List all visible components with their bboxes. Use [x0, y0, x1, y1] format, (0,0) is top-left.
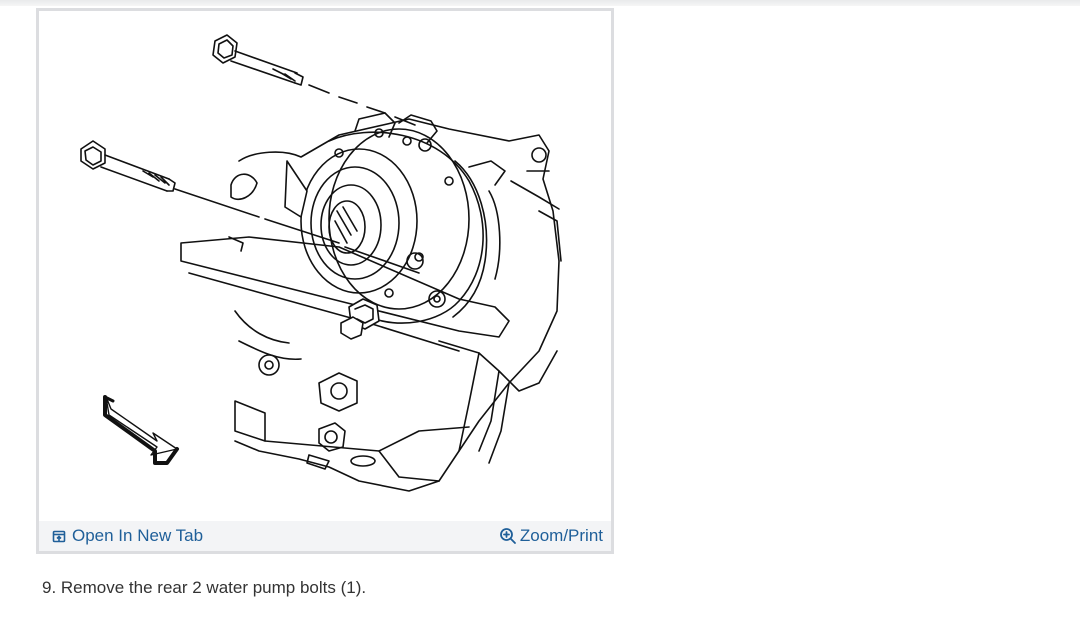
zoom-print-link[interactable]: Zoom/Print — [499, 524, 603, 548]
direction-arrow-icon — [103, 395, 179, 465]
water-pump-diagram[interactable] — [39, 11, 611, 521]
open-in-new-tab-link[interactable]: Open In New Tab — [52, 525, 203, 547]
figure-card: Open In New Tab Zoom/Print — [36, 8, 614, 554]
zoom-print-label: Zoom/Print — [519, 526, 603, 545]
open-in-new-tab-label: Open In New Tab — [72, 526, 204, 545]
zoom-in-icon — [499, 527, 517, 545]
pump-bolt-heads — [340, 252, 446, 340]
open-in-new-tab-icon — [52, 529, 66, 543]
water-pump — [228, 112, 506, 324]
figure-footer: Open In New Tab Zoom/Print — [39, 521, 611, 551]
top-divider — [0, 0, 1080, 6]
lower-bolt — [80, 140, 420, 274]
upper-bolt — [212, 34, 416, 126]
instruction-step-text: 9. Remove the rear 2 water pump bolts (1… — [42, 578, 367, 597]
